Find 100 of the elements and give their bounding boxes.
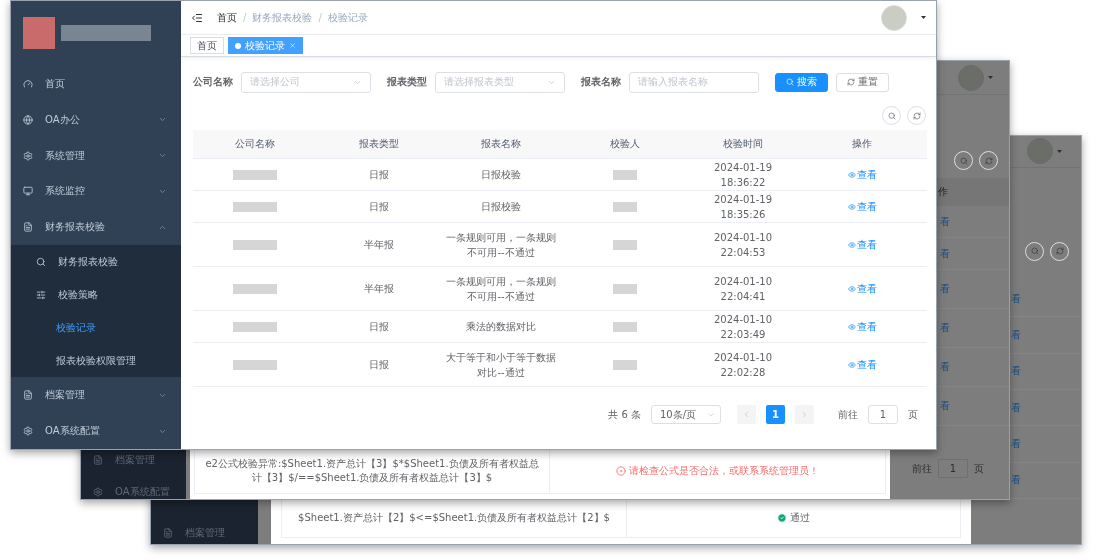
search-button[interactable] [1025,241,1044,261]
page-unit: 页 [908,407,918,422]
refresh-icon [984,156,993,165]
result-text: 请检查公式是否合法，或联系系统管理员！ [629,464,819,478]
blurred-text-placeholder [233,321,277,332]
field-label: 报表类型 [387,75,427,89]
refresh-icon [912,111,921,120]
goto-label: 前往 [912,461,932,476]
menu-item[interactable]: OA系统配置 [11,413,181,449]
view-link[interactable]: 查看 [847,199,877,214]
breadcrumb-item[interactable]: 财务报表校验 [252,10,313,25]
refresh-icon [1055,247,1064,256]
menu-item[interactable]: OA办公 [11,101,181,138]
logo-placeholder [23,17,55,50]
menu-item[interactable]: 财务报表校验 [11,209,181,246]
gear-icon [23,150,33,161]
tab[interactable]: 首页 [190,37,224,54]
table-cell: 2024-01-10 22:04:53 [689,223,797,267]
view-link[interactable]: 查看 [847,237,877,252]
menu-item[interactable]: 系统管理 [11,137,181,174]
blurred-text-placeholder [233,283,277,294]
document-icon [23,222,33,233]
search-button[interactable]: 搜索 [775,72,828,92]
table-cell: 日报 [317,343,441,387]
document-icon [93,455,103,465]
close-icon[interactable] [289,42,296,49]
submenu-item[interactable]: 校验策略 [11,278,181,312]
tab[interactable]: 校验记录 [228,37,303,54]
sliders-icon [36,289,46,300]
view-link[interactable]: 查看 [847,281,877,296]
blurred-text-placeholder [233,239,277,250]
submenu-item[interactable]: 报表校验权限管理 [11,344,181,378]
caret-down-icon [988,76,993,79]
total-count: 共 6 条 [608,407,641,422]
document-icon [163,528,173,538]
eye-icon [847,284,856,293]
menu-icon[interactable] [191,11,203,24]
column-header: 作 [936,178,1009,206]
breadcrumb-separator: / [318,12,322,23]
page-button[interactable]: 1 [766,405,785,424]
search-button[interactable] [882,106,901,125]
field-label: 报表名称 [581,75,621,89]
check-circle-icon [777,513,787,523]
table-cell: 半年报 [317,267,441,311]
table-cell: 2024-01-19 18:36:22 [689,159,797,191]
breadcrumb-item[interactable]: 首页 [217,10,237,25]
eye-icon [847,240,856,249]
column-header: 报表类型 [317,130,441,159]
page-size-select[interactable]: 10条/页 [651,405,721,424]
column-header: 操作 [797,130,927,159]
blurred-text-placeholder [613,239,637,250]
table-cell: 一条规则可用，一条规则不可用--不通过 [441,267,561,311]
table-cell: 2024-01-10 22:03:49 [689,311,797,343]
column-header: 校验时间 [689,130,797,159]
view-link[interactable]: 查看 [847,167,877,182]
page-input[interactable]: 1 [868,405,898,424]
table-cell: 日报 [317,159,441,191]
page-unit: 页 [974,461,984,476]
column-header: 校验人 [561,130,689,159]
table-cell: 2024-01-10 22:04:41 [689,267,797,311]
table-cell: 半年报 [317,223,441,267]
menu-item[interactable]: 档案管理 [93,453,186,467]
view-link[interactable]: 查看 [847,357,877,372]
blurred-text-placeholder [613,201,637,212]
table-cell: 乘法的数据对比 [441,311,561,343]
search-icon [887,111,896,120]
search-icon [959,156,968,165]
view-link[interactable]: 查看 [847,319,877,334]
refresh-button[interactable] [1050,241,1069,261]
search-icon [36,256,46,267]
gear-icon [93,487,103,497]
blurred-text-placeholder [233,359,277,370]
result-text: 通过 [790,511,810,525]
blurred-text-placeholder [613,283,637,294]
field-label: 公司名称 [193,75,233,89]
search-icon [786,78,794,86]
search-button[interactable] [954,151,973,170]
reset-button[interactable]: 重置 [836,72,889,92]
menu-item[interactable]: 档案管理 [11,377,181,414]
menu-item[interactable]: 首页 [11,65,181,102]
table-cell: 大于等于和小于等于数据对比--通过 [441,343,561,387]
search-icon [1030,247,1039,256]
caret-down-icon [921,16,926,19]
menu-item[interactable]: 系统监控 [11,173,181,210]
eye-icon [847,322,856,331]
submenu-item[interactable]: 财务报表校验 [11,245,181,279]
submenu-item[interactable]: 校验记录 [11,311,181,345]
caret-down-icon [1057,149,1062,153]
circle-dot-icon [616,466,626,476]
table-cell: 日报 [317,191,441,223]
page-input[interactable]: 1 [938,459,968,478]
blurred-text-placeholder [613,359,637,370]
blurred-text-placeholder [613,169,637,180]
breadcrumb-item: 校验记录 [327,10,368,25]
table-cell: 日报校验 [441,159,561,191]
refresh-button[interactable] [979,151,998,170]
table-cell: 2024-01-10 22:02:28 [689,343,797,387]
goto-label: 前往 [838,407,858,422]
refresh-button[interactable] [907,106,926,125]
column-header: 报表名称 [441,130,561,159]
